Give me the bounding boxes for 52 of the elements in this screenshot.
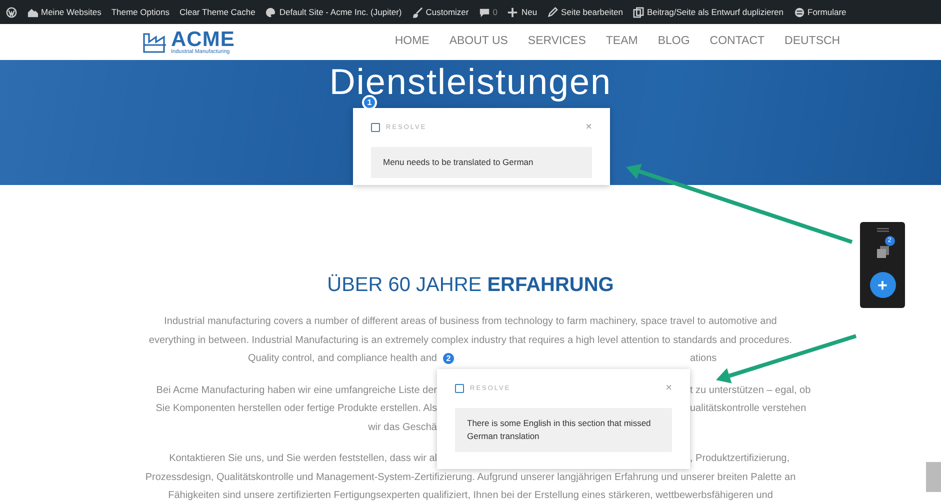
menu-link[interactable]: HOME — [384, 33, 440, 51]
drag-handle-icon[interactable] — [876, 228, 888, 232]
text-line: t zu unterstützen – egal, ob — [690, 384, 811, 398]
text-line: wir das Geschä — [368, 420, 437, 434]
duplicate-icon — [632, 6, 644, 18]
factory-icon — [143, 31, 167, 53]
pencil-icon — [547, 6, 558, 18]
logo-icon[interactable] — [6, 6, 17, 18]
menu-link[interactable]: DEUTSCH — [774, 33, 850, 51]
form-icon — [794, 6, 805, 18]
houses-icon — [27, 6, 38, 18]
text-line: Fähigkeiten sind unsere zertifizierten Fertigungsexperten qualifiziert, Ihnen bei der Erstellung eines stärkeren, wettbewerbsfähigeren und — [168, 489, 773, 501]
menu-link[interactable]: SERVICES — [518, 33, 596, 51]
text-line: Bei Acme Manufacturing haben wir eine umfangreiche Liste der — [156, 384, 437, 398]
add-comment-button[interactable]: + — [870, 272, 896, 298]
menu-link[interactable]: CONTACT — [700, 33, 775, 51]
brush-icon — [412, 6, 423, 18]
admin-bar-link[interactable]: Seite bearbeiten — [561, 6, 623, 18]
resolve-checkbox[interactable] — [371, 123, 380, 132]
text-line: ualitätskontrolle verstehen — [690, 402, 806, 416]
close-button[interactable]: × — [586, 122, 592, 133]
comment-text: Menu needs to be translated to German — [371, 147, 592, 178]
menu-link[interactable]: ABOUT US — [439, 33, 518, 51]
text-line: Prozessdesign, Qualitätskontrolle und Management-System-Zertifizierung. Aufgrund unserer langjährigen Erfahrung und unserer breiten Palette an — [145, 470, 796, 484]
text-line: ations — [690, 352, 717, 366]
admin-bar-link[interactable]: 0 — [492, 6, 498, 18]
comment-text: There is some English in this section that missed German translation — [455, 408, 672, 452]
admin-bar-link[interactable]: Theme Options — [111, 6, 170, 18]
text-line: Quality control, and compliance health and — [248, 352, 437, 366]
text-line: , Produktzertifizierung, — [690, 452, 790, 466]
admin-bar-link[interactable]: Formulare — [808, 6, 846, 18]
text-line: everything in between. Industrial Manufacturing is an extremely complex industry that requires a high level attention to standards and procedures. — [148, 334, 792, 348]
admin-bar-link[interactable]: Clear Theme Cache — [179, 6, 256, 18]
menu-link[interactable]: TEAM — [596, 33, 648, 51]
admin-bar-link[interactable]: Default Site - Acme Inc. (Jupiter) — [279, 6, 402, 18]
admin-bar-link[interactable]: Neu — [521, 6, 538, 18]
close-button[interactable]: × — [666, 383, 672, 394]
section-heading: ÜBER 60 JAHRE ERFAHRUNG — [327, 273, 614, 297]
admin-bar-link[interactable]: Customizer — [426, 6, 469, 18]
admin-bar-link[interactable]: Meine Websites — [41, 6, 102, 18]
palette-icon — [265, 6, 276, 18]
text-line: Industrial manufacturing covers a number of different areas of business from technology to farm machinery, space travel to automotive and — [164, 315, 777, 329]
text-line: Sie Komponenten herstellen oder fertige Produkte erstellen. Als — [156, 402, 437, 416]
plus-icon — [507, 6, 518, 18]
admin-bar-link[interactable]: Beitrag/Seite als Entwurf duplizieren — [646, 6, 784, 18]
comment-icon — [478, 6, 490, 18]
comment-number-badge[interactable]: 2 — [441, 351, 456, 366]
text-line: Kontaktieren Sie uns, und Sie werden feststellen, dass wir al — [169, 452, 437, 466]
resolve-checkbox[interactable] — [455, 384, 464, 393]
logo-name: ACME — [171, 28, 235, 50]
comments-stack-icon[interactable] — [876, 246, 888, 258]
menu-link[interactable]: BLOG — [648, 33, 700, 51]
